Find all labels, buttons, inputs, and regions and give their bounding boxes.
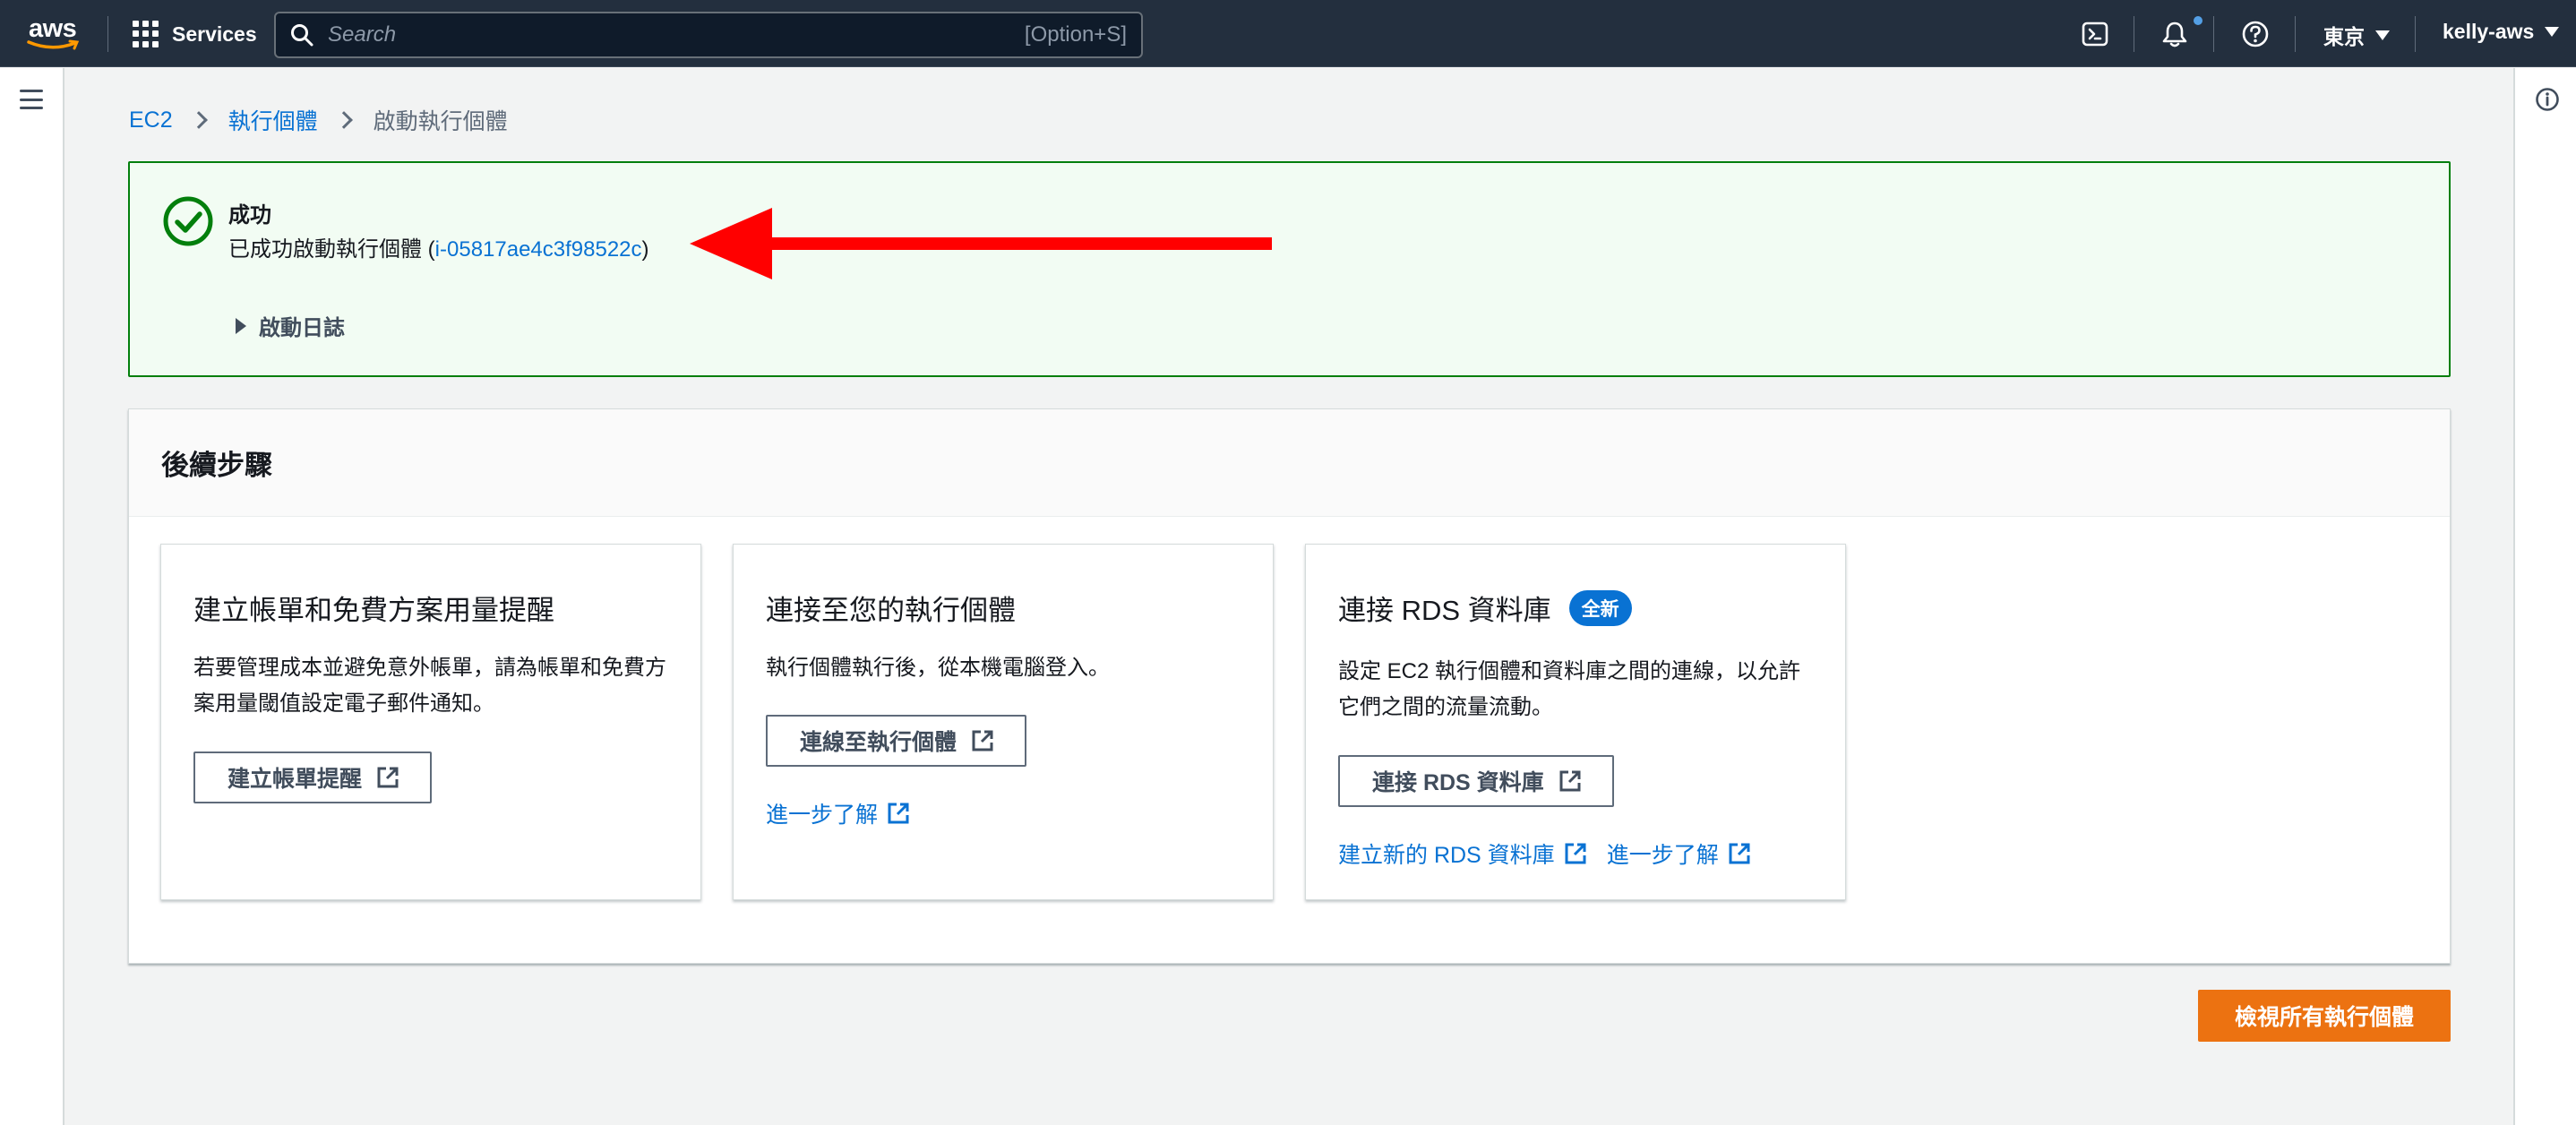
external-link-icon [972,730,993,751]
view-all-instances-button[interactable]: 檢視所有執行個體 [2198,990,2451,1042]
alert-message: 已成功啟動執行個體 (i-05817ae4c3f98522c) [228,231,649,262]
external-link-icon [888,803,909,824]
external-link-icon [1565,843,1586,864]
instance-id-link[interactable]: i-05817ae4c3f98522c [435,237,642,262]
billing-alert-card: 建立帳單和免費方案用量提醒 若要管理成本並避免意外帳單，請為帳單和免費方案用量閾… [160,544,701,900]
aws-logo[interactable]: aws [25,14,84,54]
hamburger-menu-icon[interactable] [20,90,43,109]
account-menu[interactable]: kelly-aws [2443,20,2560,44]
learn-more-link[interactable]: 進一步了解 [766,797,910,829]
side-navigation-rail [0,68,64,1125]
card-links: 進一步了解 [766,797,910,829]
connect-rds-card: 連接 RDS 資料庫 全新 設定 EC2 執行個體和資料庫之間的連線，以允許它們… [1305,544,1846,900]
aws-smile-icon [27,39,80,50]
search-input[interactable]: Search [Option+S] [274,12,1143,58]
search-icon [291,24,313,47]
top-navigation: aws Services Search [Option+S] 東京 kelly-… [0,0,2576,67]
card-description: 若要管理成本並避免意外帳單，請為帳單和免費方案用量閾值設定電子郵件通知。 [193,656,666,716]
link-label: 進一步了解 [766,803,879,828]
external-link-icon [1729,843,1750,864]
learn-more-link[interactable]: 進一步了解 [1607,837,1751,870]
card-title: 連接至您的執行個體 [766,588,1016,628]
card-description: 設定 EC2 執行個體和資料庫之間的連線，以允許它們之間的流量流動。 [1338,659,1801,719]
alert-message-suffix: ) [641,237,649,262]
link-label: 建立新的 RDS 資料庫 [1338,843,1555,868]
next-steps-heading: 後續步驟 [129,409,2450,517]
launch-log-label: 啟動日誌 [259,316,345,340]
card-description: 執行個體執行後，從本機電腦登入。 [766,656,1110,680]
card-title: 建立帳單和免費方案用量提醒 [193,588,554,628]
chevron-right-icon [334,111,353,129]
card-title: 連接 RDS 資料庫 全新 [1338,588,1632,628]
nav-divider [2213,16,2214,52]
nav-divider [2415,16,2416,52]
button-label: 連線至執行個體 [800,730,957,755]
card-title-text: 連接 RDS 資料庫 [1338,595,1551,626]
nav-divider [107,16,108,52]
external-link-icon [1559,770,1581,792]
launch-log-expander[interactable]: 啟動日誌 [236,310,345,341]
connect-instance-card: 連接至您的執行個體 執行個體執行後，從本機電腦登入。 連線至執行個體 進一步了解 [733,544,1274,900]
card-title-text: 建立帳單和免費方案用量提醒 [193,595,554,626]
region-label: 東京 [2323,25,2365,48]
chevron-right-icon [189,111,208,129]
services-grid-icon [133,21,159,47]
button-label: 建立帳單提醒 [228,767,363,792]
notification-dot [2194,16,2202,25]
connect-rds-button[interactable]: 連接 RDS 資料庫 [1338,755,1614,807]
caret-right-icon [236,317,246,334]
caret-down-icon [2545,27,2560,37]
create-rds-database-link[interactable]: 建立新的 RDS 資料庫 [1338,837,1587,870]
services-menu-button[interactable]: Services [133,18,257,50]
help-icon[interactable] [2241,20,2270,48]
connect-instance-button[interactable]: 連線至執行個體 [766,715,1027,767]
tools-panel-rail [2513,68,2576,1125]
external-link-icon [377,767,399,788]
cloudshell-icon[interactable] [2081,20,2109,48]
caret-down-icon [2375,30,2390,40]
breadcrumb-current: 啟動執行個體 [373,109,508,134]
info-icon[interactable] [2535,87,2560,112]
annotation-arrow [690,208,1272,279]
alert-message-prefix: 已成功啟動執行個體 ( [228,237,435,262]
alert-title: 成功 [228,203,271,228]
create-billing-alert-button[interactable]: 建立帳單提醒 [193,751,433,803]
region-selector[interactable]: 東京 [2323,20,2390,50]
link-label: 進一步了解 [1606,843,1719,868]
success-alert: 成功 已成功啟動執行個體 (i-05817ae4c3f98522c) 啟動日誌 [128,161,2451,377]
success-check-icon [163,196,213,246]
breadcrumb-ec2[interactable]: EC2 [129,107,173,133]
nav-divider [2295,16,2296,52]
account-label: kelly-aws [2443,20,2535,43]
search-shortcut: [Option+S] [1024,22,1127,47]
next-steps-container: 後續步驟 建立帳單和免費方案用量提醒 若要管理成本並避免意外帳單，請為帳單和免費… [128,408,2451,964]
search-placeholder: Search [328,22,397,47]
breadcrumb-instances[interactable]: 執行個體 [228,104,318,136]
bell-icon[interactable] [2160,20,2189,48]
new-badge: 全新 [1568,589,1632,626]
card-links: 建立新的 RDS 資料庫 進一步了解 [1338,837,1751,870]
services-label: Services [172,21,257,46]
breadcrumb: EC2 執行個體 啟動執行個體 [129,104,508,136]
card-title-text: 連接至您的執行個體 [766,595,1016,626]
button-label: 連接 RDS 資料庫 [1372,770,1544,795]
